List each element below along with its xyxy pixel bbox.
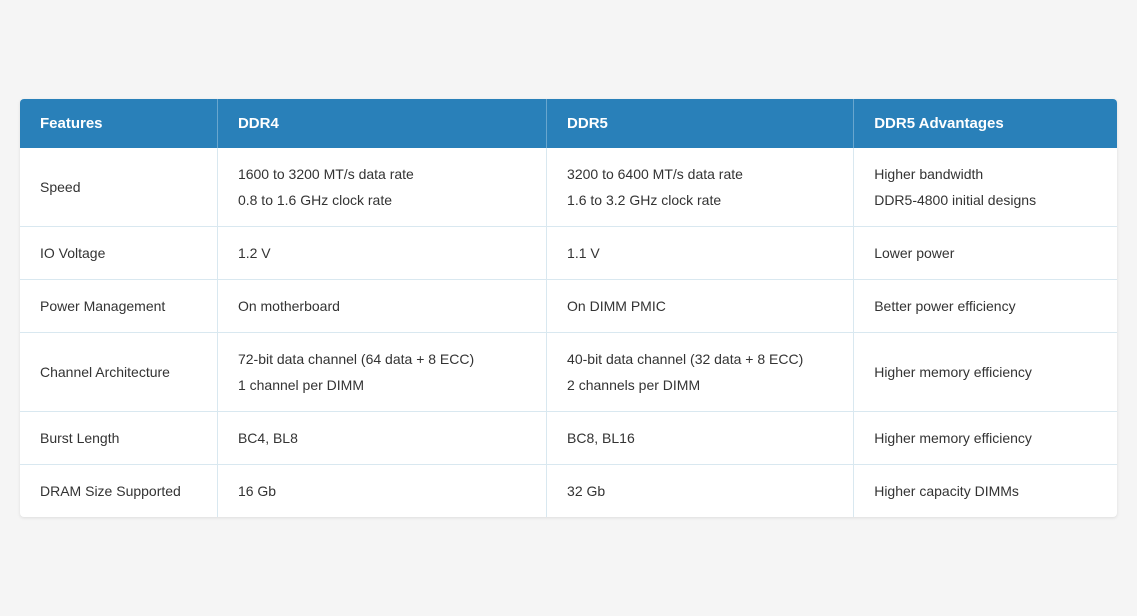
cell-row0-col3: Higher bandwidthDDR5-4800 initial design… [854, 148, 1117, 227]
comparison-table: Features DDR4 DDR5 DDR5 Advantages Speed… [20, 99, 1117, 517]
cell-row3-col0: Channel Architecture [20, 333, 217, 412]
header-ddr5: DDR5 [547, 99, 854, 148]
table-row: DRAM Size Supported16 Gb32 GbHigher capa… [20, 465, 1117, 518]
cell-row5-col0: DRAM Size Supported [20, 465, 217, 518]
header-advantages: DDR5 Advantages [854, 99, 1117, 148]
cell-row1-col0: IO Voltage [20, 227, 217, 280]
cell-row5-col3: Higher capacity DIMMs [854, 465, 1117, 518]
cell-row0-col1: 1600 to 3200 MT/s data rate0.8 to 1.6 GH… [217, 148, 546, 227]
table-row: Power ManagementOn motherboardOn DIMM PM… [20, 280, 1117, 333]
cell-row5-col2: 32 Gb [547, 465, 854, 518]
header-ddr4: DDR4 [217, 99, 546, 148]
cell-row2-col1: On motherboard [217, 280, 546, 333]
comparison-table-container: Features DDR4 DDR5 DDR5 Advantages Speed… [20, 99, 1117, 517]
cell-row2-col0: Power Management [20, 280, 217, 333]
cell-row5-col1: 16 Gb [217, 465, 546, 518]
header-features: Features [20, 99, 217, 148]
cell-row1-col2: 1.1 V [547, 227, 854, 280]
cell-row3-col2: 40-bit data channel (32 data + 8 ECC)2 c… [547, 333, 854, 412]
cell-row0-col0: Speed [20, 148, 217, 227]
cell-row4-col2: BC8, BL16 [547, 412, 854, 465]
cell-row0-col2: 3200 to 6400 MT/s data rate1.6 to 3.2 GH… [547, 148, 854, 227]
table-row: Speed1600 to 3200 MT/s data rate0.8 to 1… [20, 148, 1117, 227]
table-row: Channel Architecture72-bit data channel … [20, 333, 1117, 412]
cell-row3-col1: 72-bit data channel (64 data + 8 ECC)1 c… [217, 333, 546, 412]
cell-row4-col1: BC4, BL8 [217, 412, 546, 465]
cell-row3-col3: Higher memory efficiency [854, 333, 1117, 412]
cell-row2-col3: Better power efficiency [854, 280, 1117, 333]
cell-row1-col1: 1.2 V [217, 227, 546, 280]
cell-row4-col3: Higher memory efficiency [854, 412, 1117, 465]
table-row: IO Voltage1.2 V1.1 VLower power [20, 227, 1117, 280]
table-body: Speed1600 to 3200 MT/s data rate0.8 to 1… [20, 148, 1117, 517]
table-header-row: Features DDR4 DDR5 DDR5 Advantages [20, 99, 1117, 148]
cell-row4-col0: Burst Length [20, 412, 217, 465]
cell-row1-col3: Lower power [854, 227, 1117, 280]
cell-row2-col2: On DIMM PMIC [547, 280, 854, 333]
table-row: Burst LengthBC4, BL8BC8, BL16Higher memo… [20, 412, 1117, 465]
